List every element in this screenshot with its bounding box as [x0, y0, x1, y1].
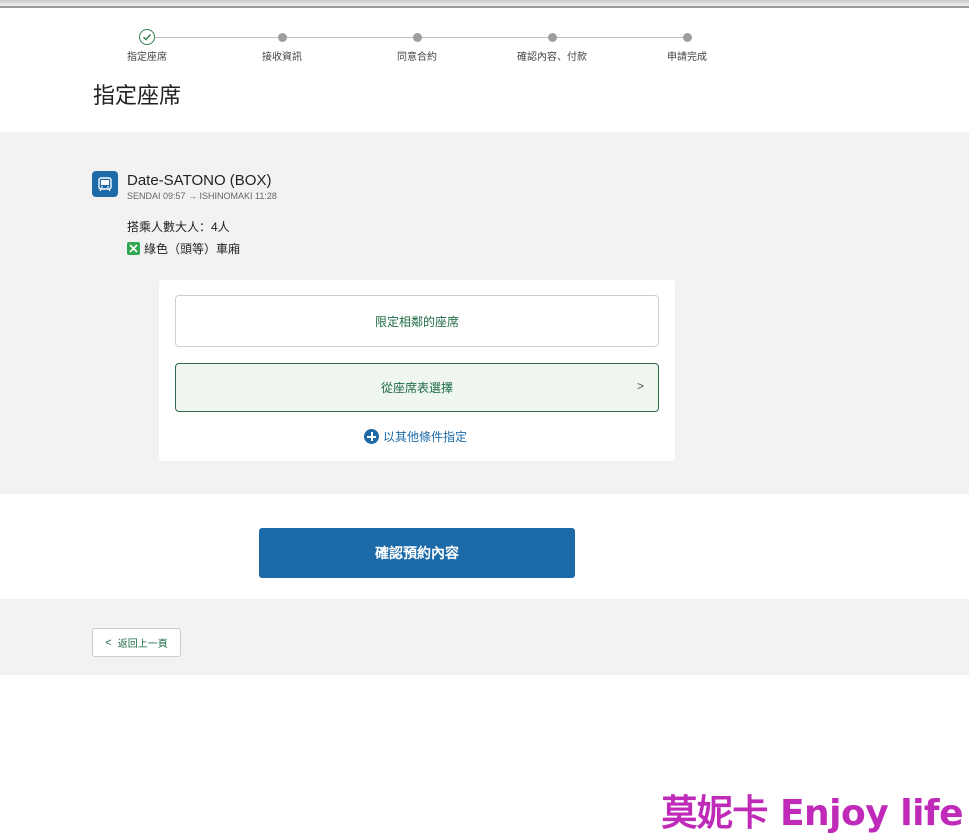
step-3: 同意合約 [357, 28, 477, 63]
plus-circle-icon [364, 429, 379, 444]
seat-map-button[interactable]: 從座席表選擇 > [175, 363, 659, 412]
check-circle-icon [139, 29, 155, 45]
seat-map-label: 從座席表選擇 [380, 381, 453, 395]
chevron-left-icon: < [105, 636, 112, 649]
step-label: 確認內容、付款 [517, 52, 587, 63]
step-dot [277, 33, 287, 42]
green-car-icon [127, 242, 140, 255]
page-title: 指定座席 [93, 83, 182, 108]
train-name: Date-SATONO (BOX) [127, 172, 272, 189]
other-conditions-label: 以其他條件指定 [383, 430, 468, 444]
back-button[interactable]: < 返回上一頁 [92, 628, 181, 657]
step-dot [547, 33, 557, 42]
step-2: 接收資訊 [222, 28, 342, 63]
chevron-right-icon: > [636, 379, 644, 393]
step-label: 接收資訊 [262, 52, 302, 63]
step-1: 指定座席 [87, 28, 207, 63]
adjacent-seats-label: 限定相鄰的座席 [374, 314, 459, 329]
adjacent-seats-button[interactable]: 限定相鄰的座席 [175, 295, 659, 347]
step-dot [412, 33, 422, 42]
step-4: 確認內容、付款 [492, 28, 612, 63]
step-label: 指定座席 [127, 52, 167, 63]
window-top-border [0, 0, 969, 8]
car-class: 綠色（頭等）車廂 [127, 240, 240, 257]
train-icon [92, 171, 118, 197]
other-conditions-link[interactable]: 以其他條件指定 [364, 428, 467, 445]
car-class-label: 綠色（頭等）車廂 [144, 242, 241, 256]
step-dot [682, 33, 692, 42]
step-label: 申請完成 [667, 52, 707, 63]
confirm-reservation-button[interactable]: 確認預約內容 [259, 528, 575, 578]
step-label: 同意合約 [397, 52, 437, 63]
step-5: 申請完成 [627, 28, 747, 63]
watermark: 莫妮卡 Enjoy life [661, 793, 963, 834]
train-route: SENDAI 09:57 → ISHINOMAKI 11:28 [127, 191, 277, 201]
passenger-count: 搭乘人數大人：4人 [127, 220, 230, 234]
back-label: 返回上一頁 [117, 639, 168, 650]
